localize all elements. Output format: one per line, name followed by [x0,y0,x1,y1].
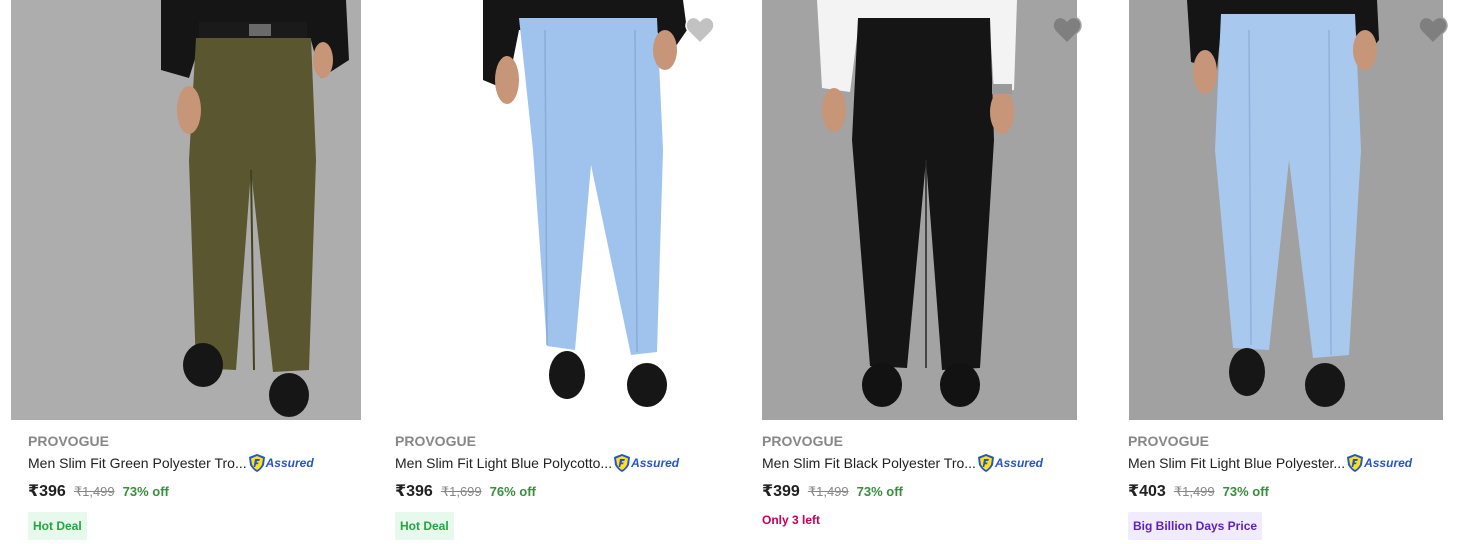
selling-price: ₹399 [762,483,800,500]
title-row: Men Slim Fit Light Blue Polycotto... Ass… [395,452,725,474]
product-card[interactable]: PROVOGUE Men Slim Fit Light Blue Polyest… [1100,0,1467,544]
product-info: PROVOGUE Men Slim Fit Green Polyester Tr… [28,430,358,540]
discount-percent: 73% off [856,484,903,499]
price-row: ₹403 ₹1,499 73% off [1128,481,1458,503]
selling-price: ₹403 [1128,483,1166,500]
heart-icon [685,16,715,44]
product-card[interactable]: PROVOGUE Men Slim Fit Black Polyester Tr… [734,0,1101,544]
hot-deal-badge: Hot Deal [28,512,87,540]
hot-deal-badge: Hot Deal [395,512,454,540]
product-grid: PROVOGUE Men Slim Fit Green Polyester Tr… [0,0,1467,544]
assured-badge: Assured [614,453,679,473]
product-image[interactable] [1129,0,1443,420]
assured-label: Assured [265,456,314,470]
original-price: ₹1,699 [440,484,482,499]
title-row: Men Slim Fit Light Blue Polyester... Ass… [1128,452,1458,474]
title-row: Men Slim Fit Black Polyester Tro... Assu… [762,452,1092,474]
product-card[interactable]: PROVOGUE Men Slim Fit Light Blue Polycot… [367,0,745,544]
price-row: ₹396 ₹1,499 73% off [28,481,358,503]
price-row: ₹399 ₹1,499 73% off [762,481,1092,503]
brand-name: PROVOGUE [395,433,476,449]
assured-shield-icon [614,454,631,472]
original-price: ₹1,499 [807,484,849,499]
assured-shield-icon [977,454,994,472]
product-image[interactable] [762,0,1077,420]
product-image[interactable] [395,0,745,420]
selling-price: ₹396 [395,483,433,500]
discount-percent: 76% off [489,484,536,499]
stock-note: Only 3 left [762,513,821,527]
assured-label: Assured [994,456,1043,470]
heart-icon [1418,16,1448,44]
wishlist-button[interactable] [685,16,715,44]
assured-label: Assured [1364,456,1413,470]
original-price: ₹1,499 [1173,484,1215,499]
brand-name: PROVOGUE [28,433,109,449]
selling-price: ₹396 [28,483,66,500]
big-billion-days-badge: Big Billion Days Price [1128,512,1263,540]
assured-shield-icon [1347,454,1364,472]
discount-percent: 73% off [122,484,169,499]
product-info: PROVOGUE Men Slim Fit Light Blue Polyest… [1128,430,1458,540]
heart-icon [1052,16,1082,44]
product-title[interactable]: Men Slim Fit Light Blue Polyester... [1128,452,1345,474]
product-image[interactable] [11,0,361,420]
assured-badge: Assured [1347,453,1412,473]
title-row: Men Slim Fit Green Polyester Tro... Assu… [28,452,358,474]
wishlist-button[interactable] [1052,16,1082,44]
product-card[interactable]: PROVOGUE Men Slim Fit Green Polyester Tr… [0,0,367,544]
price-row: ₹396 ₹1,699 76% off [395,481,725,503]
assured-shield-icon [248,454,265,472]
original-price: ₹1,499 [73,484,115,499]
discount-percent: 73% off [1222,484,1269,499]
product-title[interactable]: Men Slim Fit Black Polyester Tro... [762,452,976,474]
brand-name: PROVOGUE [1128,433,1209,449]
wishlist-button[interactable] [1418,16,1448,44]
product-title[interactable]: Men Slim Fit Light Blue Polycotto... [395,452,612,474]
assured-badge: Assured [248,453,314,473]
product-info: PROVOGUE Men Slim Fit Light Blue Polycot… [395,430,725,540]
brand-name: PROVOGUE [762,433,843,449]
product-info: PROVOGUE Men Slim Fit Black Polyester Tr… [762,430,1092,527]
product-title[interactable]: Men Slim Fit Green Polyester Tro... [28,452,247,474]
assured-badge: Assured [977,453,1043,473]
assured-label: Assured [631,456,680,470]
